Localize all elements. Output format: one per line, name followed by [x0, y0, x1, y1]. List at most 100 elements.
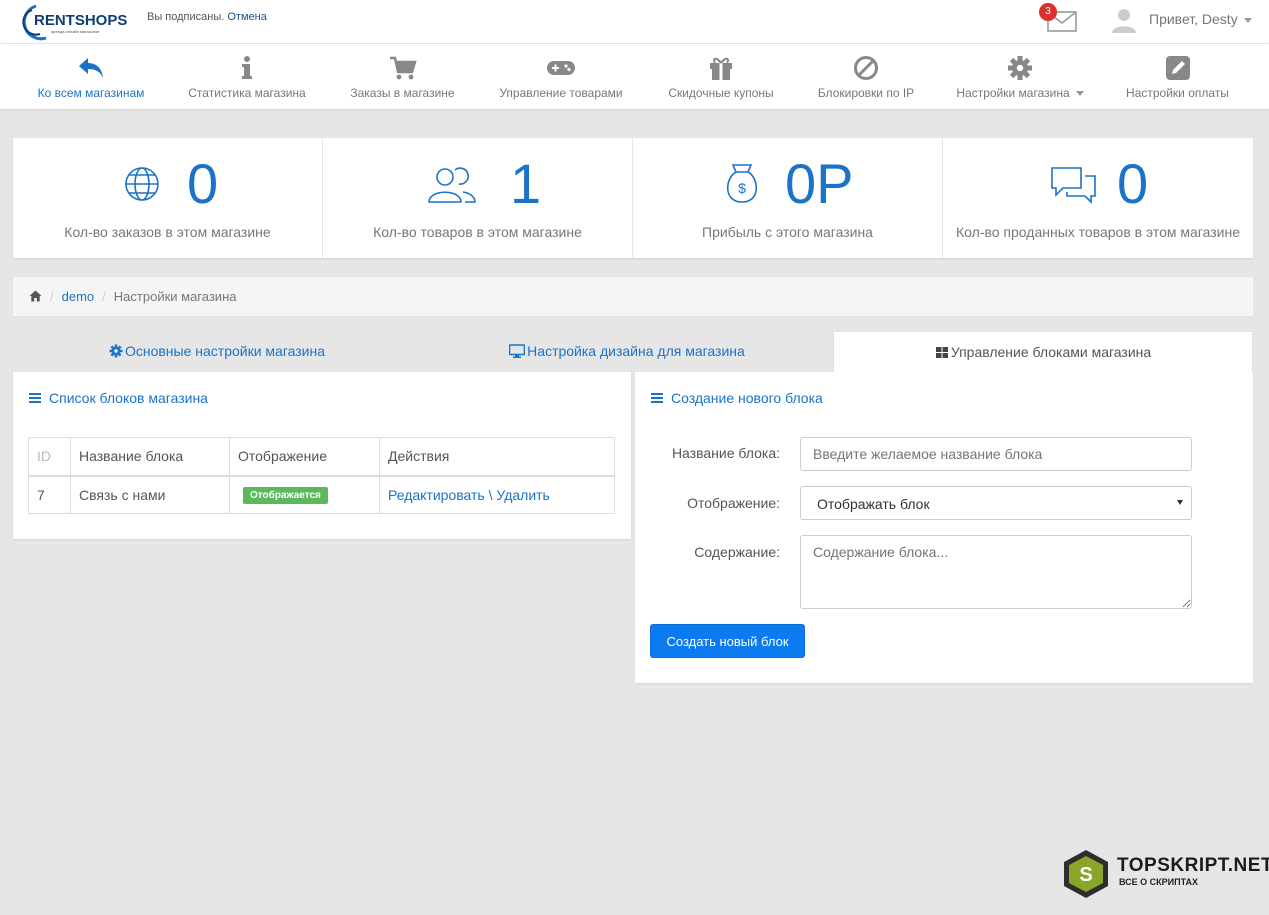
tab-design-settings[interactable]: Настройка дизайна для магазина — [421, 331, 833, 372]
logo-tagline: аренда онлайн магазинов — [51, 29, 99, 34]
caret-down-icon — [1075, 91, 1084, 97]
panel-title: Создание нового блока — [651, 390, 823, 406]
table-header-row: ID Название блока Отображение Действия — [28, 437, 615, 477]
stat-label: Кол-во заказов в этом магазине — [64, 224, 271, 240]
nav-label: Блокировки по IP — [817, 86, 915, 100]
gamepad-icon — [546, 54, 576, 82]
nav-label: Настройки оплаты — [1126, 86, 1229, 100]
breadcrumb-shop-link[interactable]: demo — [62, 289, 95, 304]
delete-block-link[interactable]: Удалить — [496, 487, 549, 503]
block-name-input[interactable] — [800, 437, 1192, 471]
nav-label: Ко всем магазинам — [37, 86, 145, 100]
cancel-subscription-link[interactable]: Отмена — [227, 11, 266, 23]
bars-icon — [29, 390, 41, 403]
column-header-display[interactable]: Отображение — [229, 437, 380, 477]
mail-count-badge: 3 — [1039, 3, 1057, 21]
nav-manage-products[interactable]: Управление товарами — [493, 44, 629, 110]
user-menu[interactable]: Привет, Desty — [1149, 11, 1252, 27]
nav-label: Заказы в магазине — [350, 86, 455, 100]
cell-id: 7 — [28, 475, 71, 514]
nav-label: Статистика магазина — [188, 86, 306, 100]
column-header-name[interactable]: Название блока — [70, 437, 230, 477]
chat-icon — [1049, 162, 1099, 206]
block-display-label: Отображение: — [687, 495, 780, 511]
gear-icon — [1005, 54, 1035, 82]
breadcrumb: / demo / Настройки магазина — [13, 277, 1253, 317]
select-value: Отображать блок — [817, 496, 930, 512]
top-bar: RENTSHOPS аренда онлайн магазинов Вы под… — [0, 0, 1269, 44]
tab-label: Настройка дизайна для магазина — [527, 343, 745, 359]
block-content-label: Содержание: — [694, 544, 780, 560]
nav-label: Настройки магазина — [950, 86, 1090, 100]
tab-label: Основные настройки магазина — [124, 343, 326, 359]
column-header-id[interactable]: ID — [28, 437, 71, 477]
subscribed-text: Вы подписаны. — [147, 11, 225, 23]
block-display-select[interactable]: Отображать блок — [800, 486, 1192, 520]
nav-discount-coupons[interactable]: Скидочные купоны — [662, 44, 780, 110]
stat-value: 0Р — [785, 152, 854, 215]
stat-orders: 0 Кол-во заказов в этом магазине — [13, 138, 323, 258]
user-avatar-icon[interactable] — [1110, 6, 1138, 34]
table-row: 7 Связь с нами Отображается Редактироват… — [28, 475, 615, 514]
action-separator: \ — [488, 486, 493, 503]
panel-title-text: Создание нового блока — [671, 390, 823, 406]
rentshops-logo[interactable]: RENTSHOPS аренда онлайн магазинов — [18, 2, 133, 42]
nav-payment-settings[interactable]: Настройки оплаты — [1120, 44, 1235, 110]
grid-icon — [935, 334, 949, 358]
tab-general-settings[interactable]: Основные настройки магазина — [13, 331, 421, 372]
greeting-text: Привет, Desty — [1149, 11, 1238, 27]
bars-icon — [651, 390, 663, 403]
users-icon — [425, 162, 476, 206]
caret-down-icon — [1243, 17, 1252, 23]
globe-icon — [121, 162, 171, 206]
logo-text: RENTSHOPS — [34, 12, 127, 29]
blocks-list-panel: Список блоков магазина ID Название блока… — [13, 372, 631, 539]
block-name-label: Название блока: — [671, 445, 780, 461]
block-content-textarea[interactable] — [800, 535, 1192, 609]
status-badge: Отображается — [243, 487, 328, 505]
breadcrumb-separator: / — [102, 289, 106, 304]
stat-profit: $ 0Р Прибыль с этого магазина — [633, 138, 943, 258]
edit-icon — [1163, 54, 1193, 82]
cart-icon — [388, 54, 418, 82]
stat-value: 0 — [1117, 152, 1149, 215]
nav-shop-settings[interactable]: Настройки магазина — [950, 44, 1090, 110]
create-block-panel: Создание нового блока Название блока: От… — [635, 372, 1253, 683]
cell-actions: Редактировать \ Удалить — [379, 475, 615, 514]
stat-sold-products: 0 Кол-во проданных товаров в этом магази… — [943, 138, 1253, 258]
desktop-icon — [508, 333, 526, 358]
tab-block-management[interactable]: Управление блоками магазина — [833, 331, 1253, 372]
cell-display: Отображается — [229, 475, 380, 514]
breadcrumb-current: Настройки магазина — [113, 289, 237, 304]
gift-icon — [706, 54, 736, 82]
stat-label: Кол-во товаров в этом магазине — [373, 224, 582, 240]
nav-label: Скидочные купоны — [668, 86, 774, 100]
svg-text:$: $ — [738, 180, 746, 196]
stat-value: 0 — [187, 152, 219, 215]
money-bag-icon: $ — [721, 162, 771, 206]
nav-shop-orders[interactable]: Заказы в магазине — [345, 44, 460, 110]
watermark-title: TOPSKRIPT.NET — [1117, 855, 1269, 876]
nav-shop-stats[interactable]: Статистика магазина — [182, 44, 312, 110]
logo-letter: S — [1079, 864, 1092, 886]
edit-block-link[interactable]: Редактировать — [388, 487, 485, 503]
select-arrow-icon — [1177, 500, 1183, 505]
column-header-actions[interactable]: Действия — [379, 437, 615, 477]
stat-label: Кол-во проданных товаров в этом магазине — [956, 224, 1240, 240]
stat-products: 1 Кол-во товаров в этом магазине — [323, 138, 633, 258]
stat-label: Прибыль с этого магазина — [702, 224, 873, 240]
create-block-button[interactable]: Создать новый блок — [650, 624, 805, 658]
nav-label: Управление товарами — [499, 86, 623, 100]
info-icon — [232, 54, 262, 82]
stat-value: 1 — [510, 152, 542, 215]
nav-label-text: Настройки магазина — [956, 86, 1070, 100]
nav-all-shops[interactable]: Ко всем магазинам — [30, 44, 152, 110]
watermark-subtitle: ВСЕ О СКРИПТАХ — [1119, 877, 1199, 887]
home-icon[interactable] — [29, 278, 42, 302]
nav-ip-blocks[interactable]: Блокировки по IP — [812, 44, 920, 110]
stats-row: 0 Кол-во заказов в этом магазине 1 Кол-в… — [13, 138, 1253, 258]
panel-title: Список блоков магазина — [29, 390, 208, 406]
blocks-table: ID Название блока Отображение Действия 7… — [28, 437, 615, 514]
tab-label: Управление блоками магазина — [950, 344, 1152, 360]
breadcrumb-separator: / — [50, 289, 54, 304]
